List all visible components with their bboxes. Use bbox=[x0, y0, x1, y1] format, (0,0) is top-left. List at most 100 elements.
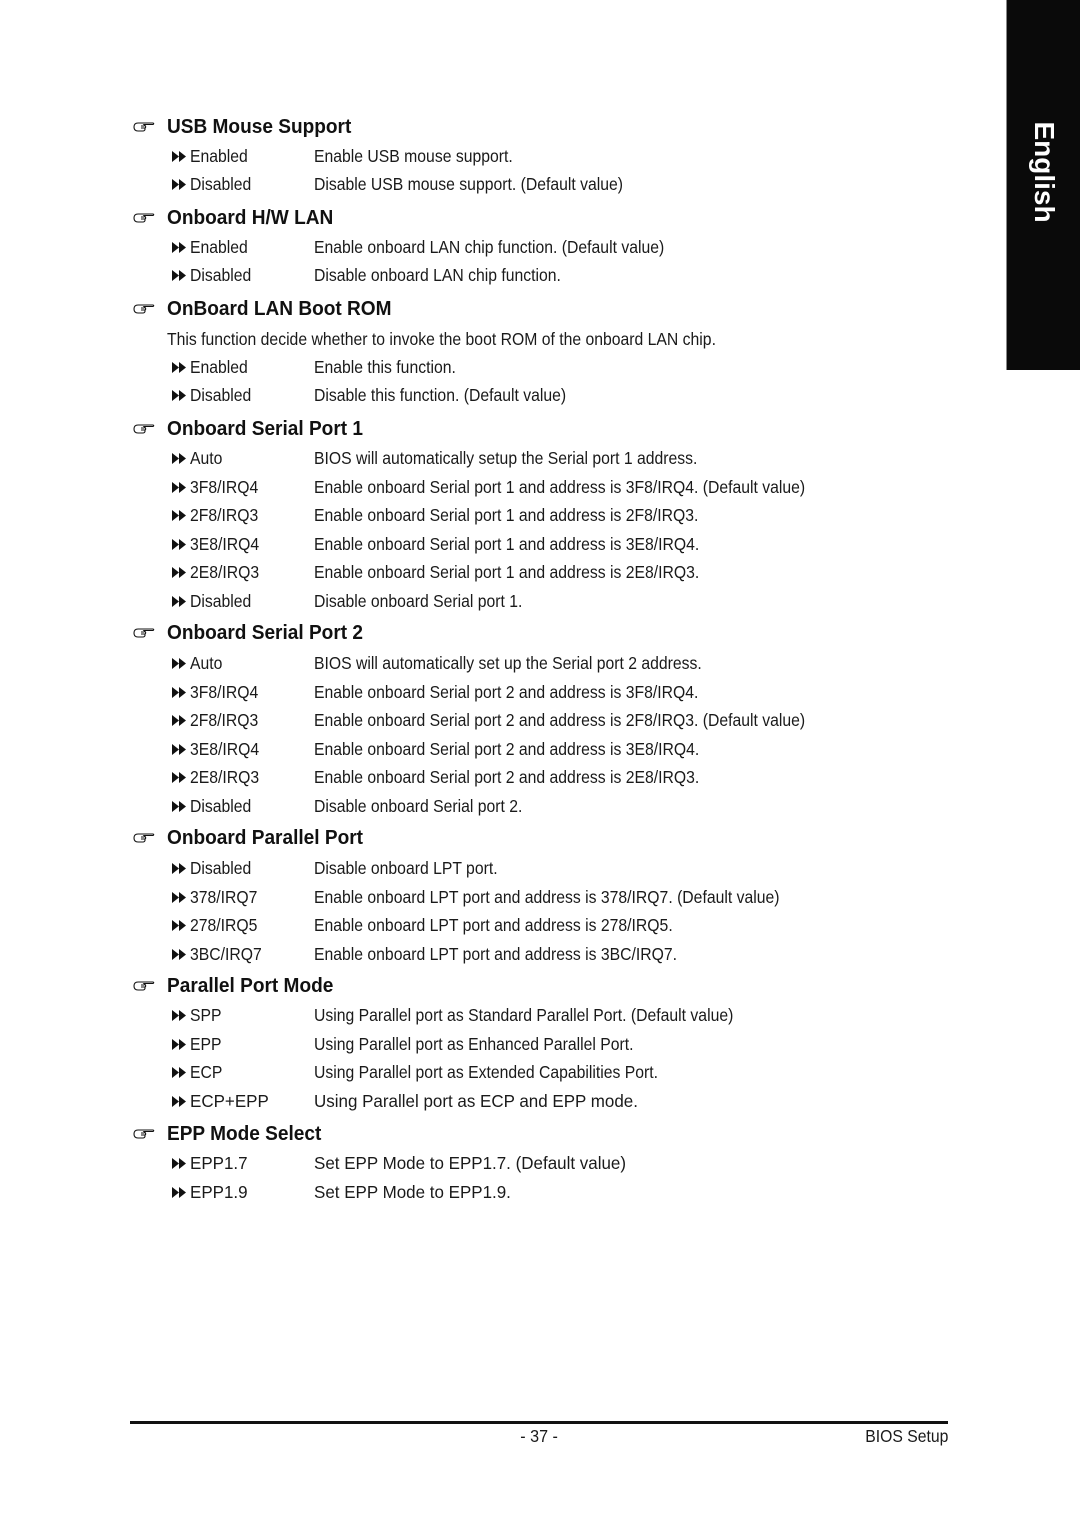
double-arrow-icon bbox=[172, 686, 186, 698]
option-row: SPP Using Parallel port as Standard Para… bbox=[0, 1004, 1000, 1028]
footer-section-title: BIOS Setup bbox=[864, 1426, 948, 1446]
footer-divider bbox=[130, 1421, 948, 1424]
option-label: EPP bbox=[190, 1033, 222, 1054]
pointing-hand-icon bbox=[133, 981, 155, 991]
option-description: BIOS will automatically setup the Serial… bbox=[314, 448, 698, 468]
double-arrow-icon bbox=[172, 948, 186, 960]
option-label: 2E8/IRQ3 bbox=[190, 562, 260, 582]
language-side-tab: English bbox=[1007, 0, 1080, 370]
double-arrow-icon bbox=[172, 481, 186, 493]
double-arrow-icon bbox=[172, 1186, 186, 1198]
double-arrow-icon bbox=[172, 390, 186, 401]
option-description: Disable USB mouse support. (Default valu… bbox=[314, 174, 624, 194]
option-row: ECP Using Parallel port as Extended Capa… bbox=[0, 1061, 1000, 1085]
option-label: 3E8/IRQ4 bbox=[190, 738, 260, 759]
option-description: Using Parallel port as Enhanced Parallel… bbox=[314, 1033, 634, 1054]
page-number-text: - 37 - bbox=[520, 1426, 558, 1446]
option-row: ECP+EPP Using Parallel port as ECP and E… bbox=[0, 1090, 1000, 1114]
option-row: 278/IRQ5 Enable onboard LPT port and add… bbox=[0, 914, 1000, 938]
section-title: Onboard H/W LAN bbox=[167, 206, 334, 229]
double-arrow-icon bbox=[172, 743, 186, 755]
double-arrow-icon bbox=[172, 453, 186, 464]
option-label: Disabled bbox=[190, 858, 252, 878]
option-row: 3F8/IRQ4 Enable onboard Serial port 2 an… bbox=[0, 681, 1000, 705]
section-heading: EPP Mode Select bbox=[0, 1121, 900, 1149]
option-description: Disable onboard LAN chip function. bbox=[314, 265, 561, 285]
section-title: Onboard Parallel Port bbox=[167, 826, 363, 849]
option-row: Enabled Enable this function. bbox=[0, 356, 1000, 380]
pointing-hand-icon bbox=[133, 833, 155, 843]
option-label: 2F8/IRQ3 bbox=[190, 505, 259, 525]
option-description: Enable onboard Serial port 2 and address… bbox=[314, 738, 700, 759]
option-row: 3E8/IRQ4 Enable onboard Serial port 1 an… bbox=[0, 533, 1000, 557]
option-row: 2E8/IRQ3 Enable onboard Serial port 1 an… bbox=[0, 561, 1000, 585]
option-label: 2F8/IRQ3 bbox=[190, 710, 259, 730]
option-description: BIOS will automatically set up the Seria… bbox=[314, 653, 702, 673]
option-row: 2F8/IRQ3 Enable onboard Serial port 1 an… bbox=[0, 504, 1000, 528]
pointing-hand-icon bbox=[133, 122, 155, 132]
option-label: Disabled bbox=[190, 795, 252, 816]
option-description: Disable onboard Serial port 1. bbox=[314, 590, 523, 611]
section-heading: Onboard Serial Port 2 bbox=[0, 620, 900, 648]
option-description: Set EPP Mode to EPP1.9. bbox=[314, 1181, 511, 1202]
section-heading: Parallel Port Mode bbox=[0, 973, 900, 1001]
option-row: 2F8/IRQ3 Enable onboard Serial port 2 an… bbox=[0, 709, 1000, 733]
pointing-hand-icon bbox=[133, 628, 155, 638]
option-description: Enable onboard LPT port and address is 3… bbox=[314, 943, 678, 964]
option-label: SPP bbox=[190, 1005, 222, 1025]
option-description: Using Parallel port as Standard Parallel… bbox=[314, 1005, 734, 1025]
double-arrow-icon bbox=[172, 772, 186, 783]
option-row: Auto BIOS will automatically set up the … bbox=[0, 652, 1000, 676]
option-description: Enable onboard Serial port 1 and address… bbox=[314, 562, 700, 582]
option-label: EPP1.9 bbox=[190, 1181, 248, 1202]
double-arrow-icon bbox=[172, 658, 186, 669]
option-label: 3F8/IRQ4 bbox=[190, 476, 259, 497]
option-description: Enable onboard Serial port 2 and address… bbox=[314, 767, 700, 787]
double-arrow-icon bbox=[172, 567, 186, 578]
double-arrow-icon bbox=[172, 1038, 186, 1050]
pointing-hand-icon bbox=[133, 213, 155, 223]
option-row: 2E8/IRQ3 Enable onboard Serial port 2 an… bbox=[0, 766, 1000, 790]
option-label: 3BC/IRQ7 bbox=[190, 943, 262, 964]
double-arrow-icon bbox=[172, 715, 186, 726]
option-description: Enable onboard LAN chip function. (Defau… bbox=[314, 237, 665, 257]
double-arrow-icon bbox=[172, 595, 186, 607]
option-label: ECP+EPP bbox=[190, 1090, 269, 1111]
double-arrow-icon bbox=[172, 510, 186, 521]
option-label: Enabled bbox=[190, 146, 248, 166]
option-row: Disabled Disable USB mouse support. (Def… bbox=[0, 173, 1000, 197]
option-description: Enable onboard Serial port 2 and address… bbox=[314, 710, 806, 730]
pointing-hand-icon bbox=[133, 304, 155, 314]
option-description: Enable onboard Serial port 2 and address… bbox=[314, 681, 699, 702]
option-row: 3BC/IRQ7 Enable onboard LPT port and add… bbox=[0, 943, 1000, 967]
option-label: 3E8/IRQ4 bbox=[190, 533, 260, 554]
option-row: EPP1.7 Set EPP Mode to EPP1.7. (Default … bbox=[0, 1152, 1000, 1176]
option-description: Set EPP Mode to EPP1.7. (Default value) bbox=[314, 1153, 627, 1173]
option-label: 3F8/IRQ4 bbox=[190, 681, 259, 702]
section-title: Onboard Serial Port 1 bbox=[167, 417, 363, 440]
option-label: Disabled bbox=[190, 265, 252, 285]
section-title: EPP Mode Select bbox=[167, 1122, 322, 1145]
option-description: Using Parallel port as Extended Capabili… bbox=[314, 1062, 659, 1082]
option-description: Enable onboard Serial port 1 and address… bbox=[314, 505, 699, 525]
double-arrow-icon bbox=[172, 1067, 186, 1078]
language-tab-label: English bbox=[1028, 121, 1060, 223]
option-row: 3E8/IRQ4 Enable onboard Serial port 2 an… bbox=[0, 738, 1000, 762]
option-label: Enabled bbox=[190, 237, 248, 257]
option-label: Disabled bbox=[190, 590, 252, 611]
option-row: Disabled Disable onboard LAN chip functi… bbox=[0, 264, 1000, 288]
option-row: Disabled Disable onboard LPT port. bbox=[0, 857, 1000, 881]
section-heading: OnBoard LAN Boot ROM bbox=[0, 296, 900, 324]
option-description: Disable onboard LPT port. bbox=[314, 858, 498, 878]
option-label: Disabled bbox=[190, 174, 252, 194]
section-title: USB Mouse Support bbox=[167, 115, 352, 138]
double-arrow-icon bbox=[172, 891, 186, 903]
double-arrow-icon bbox=[172, 179, 186, 190]
option-row: Disabled Disable this function. (Default… bbox=[0, 384, 1000, 408]
double-arrow-icon bbox=[172, 863, 186, 874]
option-row: EPP1.9 Set EPP Mode to EPP1.9. bbox=[0, 1181, 1000, 1205]
option-row: 3F8/IRQ4 Enable onboard Serial port 1 an… bbox=[0, 476, 1000, 500]
double-arrow-icon bbox=[172, 242, 186, 253]
section-heading: Onboard Parallel Port bbox=[0, 825, 900, 853]
section-heading: Onboard H/W LAN bbox=[0, 205, 900, 233]
